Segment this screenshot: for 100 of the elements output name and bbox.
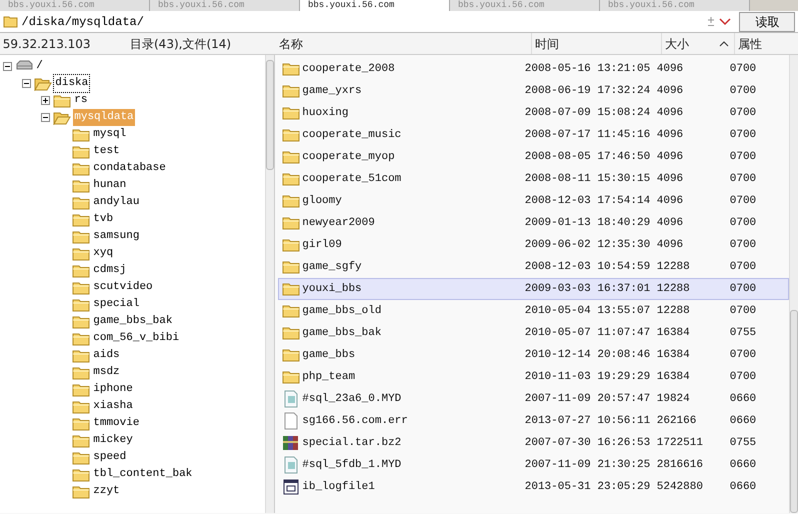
expand-icon[interactable]	[40, 96, 50, 105]
file-permissions: 0660	[730, 480, 756, 495]
file-row[interactable]: gloomy 2008-12-03 17:54:14 4096 0700	[278, 190, 789, 212]
file-row[interactable]: game_bbs 2010-12-14 20:08:46 16384 0700	[278, 344, 789, 366]
file-size: 4096	[656, 150, 684, 165]
folder-icon	[282, 105, 300, 120]
file-time: 2013-07-27 10:56:11	[524, 414, 652, 429]
file-time: 2010-11-03 19:29:29	[524, 370, 652, 385]
file-name: girl09	[302, 238, 342, 253]
file-name: youxi_bbs	[302, 282, 362, 297]
plus-minus-icon[interactable]	[706, 16, 716, 27]
file-permissions: 0660	[730, 392, 756, 407]
tree-item[interactable]: game_bbs_bak	[92, 312, 174, 330]
tree-item[interactable]: condatabase	[92, 160, 167, 177]
column-header[interactable]: 名称	[276, 33, 531, 54]
column-header[interactable]: 属性	[734, 33, 794, 54]
blank-file-icon	[282, 412, 300, 430]
file-size: 12288	[656, 260, 691, 275]
file-size: 16384	[656, 326, 691, 341]
folder-icon	[282, 237, 300, 252]
column-header[interactable]: 大小	[661, 33, 734, 54]
tree-item[interactable]: xiasha	[92, 398, 134, 415]
file-row[interactable]: special.tar.bz2 2007-07-30 16:26:53 1722511 0755	[278, 432, 789, 454]
tree-item[interactable]: msdz	[92, 364, 121, 381]
folder-icon	[72, 348, 90, 363]
tree-item[interactable]: zzyt	[92, 482, 121, 500]
file-row[interactable]: youxi_bbs 2009-03-03 16:37:01 12288 0700	[278, 278, 789, 300]
file-permissions: 0700	[730, 194, 756, 209]
tree-item[interactable]: tbl_content_bak	[92, 466, 194, 483]
file-name: game_bbs_old	[302, 304, 382, 319]
window-file-icon	[282, 478, 300, 496]
file-row[interactable]: game_bbs_old 2010-05-04 13:55:07 12288 0700	[278, 300, 789, 322]
file-size: 4096	[656, 128, 684, 143]
scrollbar-thumb[interactable]	[790, 310, 798, 513]
tree-item[interactable]: aids	[92, 346, 121, 364]
file-name: special.tar.bz2	[302, 436, 402, 451]
file-time: 2007-11-09 20:57:47	[524, 392, 652, 407]
folder-icon	[282, 281, 300, 296]
dropdown-icon[interactable]	[719, 18, 731, 26]
path-field[interactable]: /diska/mysqldata/	[22, 14, 704, 28]
read-button[interactable]: 读取	[739, 12, 796, 32]
tree-item[interactable]: rs	[73, 92, 88, 109]
browser-tab[interactable]: bbs.youxi.56.com	[300, 0, 450, 11]
tree-item[interactable]: com_56_v_bibi	[92, 330, 180, 347]
tree-item[interactable]: hunan	[92, 176, 128, 194]
file-row[interactable]: girl09 2009-06-02 12:35:30 4096 0700	[278, 234, 789, 256]
tree-item[interactable]: samsung	[92, 228, 140, 245]
file-row[interactable]: php_team 2010-11-03 19:29:29 16384 0700	[278, 366, 789, 388]
file-time: 2007-11-09 21:30:25	[524, 458, 652, 473]
file-row[interactable]: huoxing 2008-07-09 15:08:24 4096 0700	[278, 102, 789, 124]
tree-item[interactable]: cdmsj	[92, 262, 128, 279]
folder-icon	[282, 193, 300, 208]
file-name: cooperate_51com	[302, 172, 402, 187]
tree-item[interactable]: special	[92, 296, 140, 313]
tree-item[interactable]: /	[35, 58, 44, 75]
file-size: 4096	[656, 84, 684, 99]
file-time: 2009-01-13 18:40:29	[524, 216, 652, 231]
file-time: 2008-05-16 13:21:05	[524, 62, 652, 77]
file-row[interactable]: game_yxrs 2008-06-19 17:32:24 4096 0700	[278, 80, 789, 102]
tree-item[interactable]: iphone	[92, 380, 134, 398]
folder-icon	[52, 110, 70, 125]
file-row[interactable]: cooperate_music 2008-07-17 11:45:16 4096 0700	[278, 124, 789, 146]
file-name: game_yxrs	[302, 84, 362, 99]
file-row[interactable]: ib_logfile1 2013-05-31 23:05:29 5242880 0660	[278, 476, 789, 498]
collapse-icon[interactable]	[40, 112, 50, 122]
tree-item[interactable]: test	[92, 142, 121, 160]
folder-icon	[72, 144, 90, 159]
folder-icon	[282, 83, 300, 98]
file-size: 5242880	[656, 480, 704, 495]
collapse-icon[interactable]	[2, 62, 12, 71]
column-header[interactable]: 时间	[531, 33, 661, 54]
tree-item[interactable]: tmmovie	[92, 414, 140, 432]
folder-icon	[282, 149, 300, 164]
file-row[interactable]: game_sgfy 2008-12-03 10:54:59 12288 0700	[278, 256, 789, 278]
file-name: #sql_23a6_0.MYD	[302, 392, 402, 407]
tree-item[interactable]: diska	[54, 74, 90, 92]
file-size: 12288	[656, 282, 691, 297]
folder-icon	[72, 398, 90, 414]
collapse-icon[interactable]	[22, 78, 31, 88]
file-row[interactable]: cooperate_myop 2008-08-05 17:46:50 4096 0700	[278, 146, 789, 168]
file-row[interactable]: cooperate_2008 2008-05-16 13:21:05 4096 0700	[278, 58, 789, 80]
file-row[interactable]: newyear2009 2009-01-13 18:40:29 4096 0700	[278, 212, 789, 234]
folder-icon	[2, 15, 19, 28]
folder-icon	[282, 61, 300, 76]
tree-item[interactable]: scutvideo	[92, 278, 154, 296]
tree-item[interactable]: mickey	[92, 432, 134, 449]
tree-item[interactable]: mysql	[92, 126, 128, 143]
file-row[interactable]: game_bbs_bak 2010-05-07 11:07:47 16384 0755	[278, 322, 789, 344]
tree-item[interactable]: andylau	[92, 194, 140, 211]
file-row[interactable]: cooperate_51com 2008-08-11 15:30:15 4096 0700	[278, 168, 789, 190]
tree-item[interactable]: xyq	[92, 244, 114, 262]
file-name: #sql_5fdb_1.MYD	[302, 458, 402, 473]
file-row[interactable]: #sql_5fdb_1.MYD 2007-11-09 21:30:25 2816616 0660	[278, 454, 789, 476]
tree-item[interactable]: speed	[92, 448, 128, 466]
folder-icon	[72, 432, 90, 448]
scrollbar-thumb[interactable]	[266, 60, 274, 170]
tree-item[interactable]: tvb	[92, 210, 114, 228]
file-row[interactable]: sg166.56.com.err 2013-07-27 10:56:11 262166 0660	[278, 410, 789, 432]
folder-icon	[72, 450, 90, 465]
file-row[interactable]: #sql_23a6_0.MYD 2007-11-09 20:57:47 19824 0660	[278, 388, 789, 410]
